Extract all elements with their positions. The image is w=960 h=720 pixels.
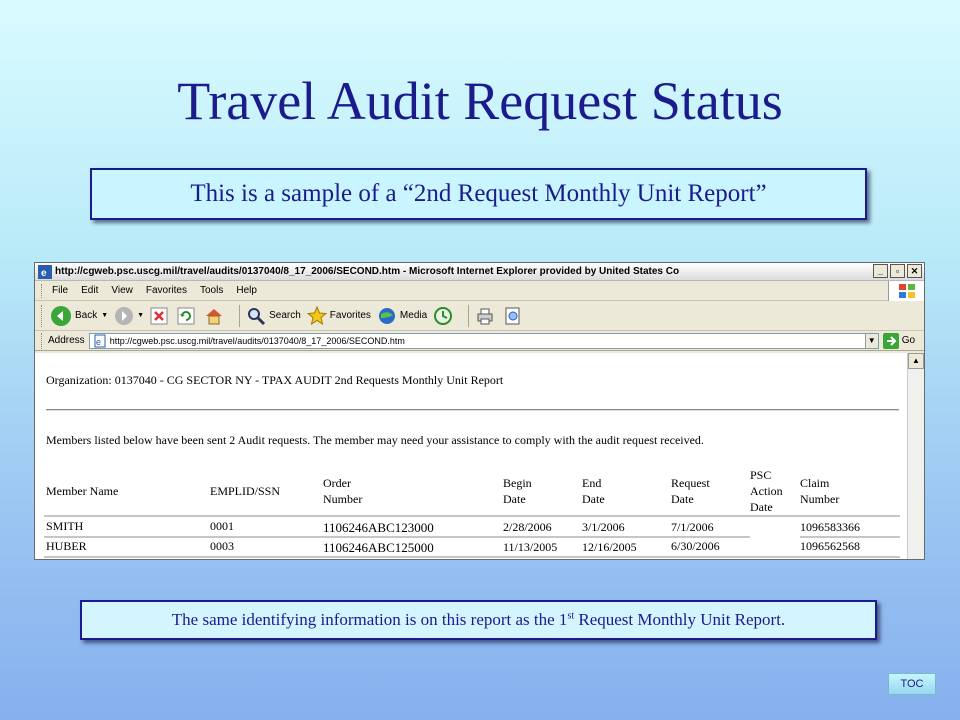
cell-order: 1106246ABC123000 <box>323 520 434 535</box>
addressbar-grip[interactable] <box>41 332 44 349</box>
home-button[interactable] <box>204 306 227 326</box>
menu-edit[interactable]: Edit <box>81 285 98 296</box>
forward-button[interactable]: ▼ <box>114 306 144 326</box>
back-dropdown-icon[interactable]: ▼ <box>101 312 108 319</box>
scroll-up-icon[interactable]: ▲ <box>908 353 924 369</box>
subtitle-box: This is a sample of a “2nd Request Month… <box>90 168 867 220</box>
toolbar-grip[interactable] <box>41 304 44 327</box>
header-member-name: Member Name <box>46 484 119 498</box>
toolbar: Back ▼ ▼ Search Favorites Media <box>35 301 924 331</box>
address-dropdown-icon[interactable]: ▼ <box>864 333 878 348</box>
home-icon <box>206 308 223 324</box>
print-button[interactable] <box>475 306 498 326</box>
stop-icon <box>150 307 168 324</box>
subtitle-text: This is a sample of a “2nd Request Month… <box>190 180 767 207</box>
history-button[interactable] <box>433 306 456 326</box>
search-label: Search <box>269 310 301 321</box>
divider <box>46 409 899 411</box>
row-divider <box>44 556 900 558</box>
forward-dropdown-icon[interactable]: ▼ <box>137 312 144 319</box>
search-button[interactable]: Search <box>246 306 301 326</box>
cell-request: 7/1/2006 <box>671 520 714 534</box>
ie-icon: e <box>38 264 52 279</box>
favorites-button[interactable]: Favorites <box>306 305 371 326</box>
page-icon: e <box>94 334 106 347</box>
row-divider <box>44 536 750 538</box>
address-value: http://cgweb.psc.uscg.mil/travel/audits/… <box>109 335 405 346</box>
minimize-button[interactable]: _ <box>873 264 888 278</box>
cell-end: 12/16/2005 <box>582 540 637 554</box>
row-divider <box>800 536 900 538</box>
refresh-icon <box>177 307 195 324</box>
history-icon <box>434 306 453 325</box>
header-emplid: EMPLID/SSN <box>210 484 281 498</box>
note-text: The same identifying information is on t… <box>171 610 786 629</box>
stop-button[interactable] <box>150 307 171 325</box>
menu-view[interactable]: View <box>111 285 133 296</box>
header-psc-action-date: PSC Action Date <box>750 468 783 514</box>
windows-logo-icon <box>888 281 924 301</box>
members-note: Members listed below have been sent 2 Au… <box>46 433 704 447</box>
back-label: Back <box>75 310 98 321</box>
header-end-date: End Date <box>582 476 605 506</box>
close-button[interactable]: ✕ <box>907 264 922 278</box>
cell-end: 3/1/2006 <box>582 520 625 534</box>
back-button[interactable]: Back ▼ <box>50 305 108 327</box>
go-button[interactable]: Go <box>882 332 916 349</box>
back-arrow-icon <box>51 305 71 326</box>
menubar-grip[interactable] <box>41 283 44 298</box>
cell-emplid: 0003 <box>210 539 234 553</box>
address-bar: Address e http://cgweb.psc.uscg.mil/trav… <box>35 331 924 351</box>
refresh-button[interactable] <box>177 307 198 325</box>
toc-button[interactable]: TOC <box>888 673 936 695</box>
menu-help[interactable]: Help <box>236 285 257 296</box>
cell-order: 1106246ABC125000 <box>323 540 434 555</box>
vertical-scrollbar[interactable]: ▲ <box>907 353 924 559</box>
slide-title: Travel Audit Request Status <box>177 71 783 131</box>
window-title: http://cgweb.psc.uscg.mil/travel/audits/… <box>55 266 680 277</box>
header-begin-date: Begin Date <box>503 476 532 506</box>
note-box: The same identifying information is on t… <box>80 600 877 640</box>
cell-begin: 2/28/2006 <box>503 520 552 534</box>
go-label: Go <box>901 335 916 346</box>
address-label: Address <box>48 335 85 346</box>
favorites-label: Favorites <box>329 310 371 321</box>
menu-bar: File Edit View Favorites Tools Help <box>35 281 924 301</box>
maximize-button[interactable]: ▫ <box>890 264 905 278</box>
cell-name: SMITH <box>46 519 84 533</box>
go-arrow-icon <box>882 332 899 349</box>
media-label: Media <box>399 310 428 321</box>
menu-favorites[interactable]: Favorites <box>146 285 187 296</box>
edit-button[interactable] <box>504 306 525 326</box>
svg-text:e: e <box>41 268 47 279</box>
cell-begin: 11/13/2005 <box>503 540 558 554</box>
media-button[interactable]: Media <box>377 306 427 326</box>
star-icon <box>306 305 327 325</box>
header-claim-number: Claim Number <box>800 476 840 506</box>
cell-claim: 1096583366 <box>800 520 860 534</box>
browser-window: e http://cgweb.psc.uscg.mil/travel/audit… <box>34 262 925 560</box>
cell-request: 6/30/2006 <box>671 539 720 553</box>
browser-titlebar: e http://cgweb.psc.uscg.mil/travel/audit… <box>35 263 924 281</box>
search-icon <box>248 307 266 325</box>
edit-page-icon <box>505 307 520 324</box>
printer-icon <box>477 308 493 324</box>
header-order-number: Order Number <box>323 476 363 506</box>
cell-name: HUBER <box>46 539 87 553</box>
organization-line: Organization: 0137040 - CG SECTOR NY - T… <box>46 373 504 387</box>
page-content: Organization: 0137040 - CG SECTOR NY - T… <box>35 353 924 559</box>
address-input[interactable]: e http://cgweb.psc.uscg.mil/travel/audit… <box>88 332 879 349</box>
header-request-date: Request Date <box>671 476 710 506</box>
svg-text:e: e <box>96 337 101 347</box>
cell-emplid: 0001 <box>210 519 234 533</box>
row-divider <box>44 515 900 517</box>
menu-tools[interactable]: Tools <box>200 285 223 296</box>
cell-claim: 1096562568 <box>800 539 860 553</box>
forward-arrow-icon <box>115 306 134 325</box>
media-icon <box>378 307 395 324</box>
menu-file[interactable]: File <box>52 285 68 296</box>
